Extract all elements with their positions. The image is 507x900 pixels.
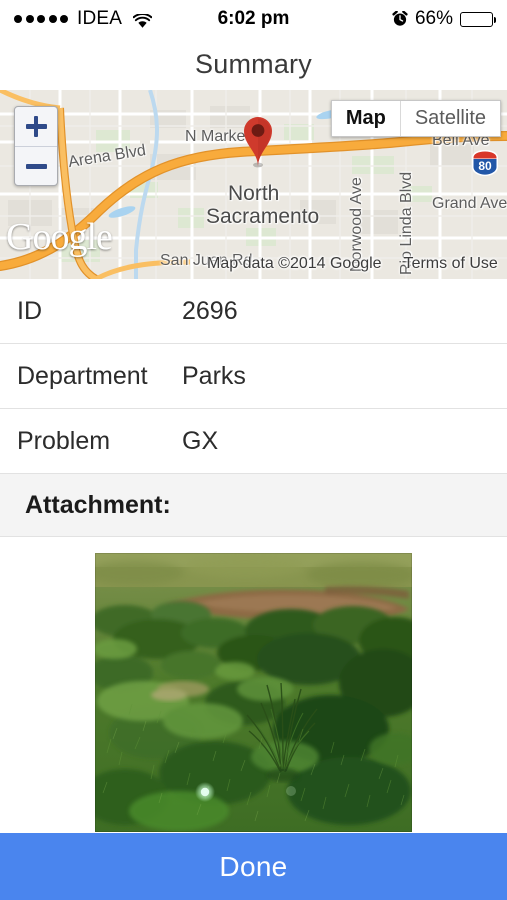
attachment-photo-image [95, 553, 412, 832]
attachment-section-header: Attachment: [0, 474, 507, 537]
row-key-problem: Problem [17, 426, 111, 455]
map-type-map-button[interactable]: Map [332, 101, 400, 136]
highway-shield-80-icon: 80 [470, 148, 500, 178]
map-label-grand-ave: Grand Ave [432, 195, 507, 212]
row-value-problem: GX [182, 426, 219, 455]
map-zoom-out-button[interactable] [15, 146, 57, 185]
row-value-department: Parks [182, 361, 246, 390]
attachment-container [0, 537, 507, 832]
status-bar-left: IDEA [14, 8, 153, 30]
map-zoom-controls[interactable] [14, 106, 58, 186]
row-key-department: Department [17, 361, 148, 390]
map-label-north: North [228, 182, 280, 205]
status-bar: IDEA 6:02 pm 66% [0, 0, 507, 38]
app-screen: IDEA 6:02 pm 66% Summary Map Satellite A… [0, 0, 507, 900]
map-type-satellite-button[interactable]: Satellite [399, 101, 500, 136]
map-zoom-in-button[interactable] [15, 107, 57, 146]
status-bar-right: 66% [392, 8, 497, 30]
done-button-label: Done [219, 850, 288, 882]
map-attribution-text: Map data ©2014 Google [207, 255, 382, 272]
done-button[interactable]: Done [0, 833, 507, 900]
table-row: Department Parks [0, 344, 507, 409]
table-row: ID 2696 [0, 279, 507, 344]
alarm-clock-icon [392, 10, 408, 27]
battery-percentage: 66% [414, 8, 453, 29]
google-logo: Google [6, 216, 113, 258]
svg-text:80: 80 [478, 159, 492, 173]
signal-strength-dots-icon [14, 15, 68, 23]
map-view[interactable]: Map Satellite Arena Blvd N Market Bell A… [0, 90, 507, 279]
map-attribution-bar: Map data ©2014 Google Terms of Use [207, 255, 507, 273]
row-value-id: 2696 [182, 296, 238, 325]
map-type-toggle[interactable]: Map Satellite [330, 100, 501, 137]
table-row: Problem GX [0, 409, 507, 474]
detail-rows: ID 2696 Department Parks Problem GX [0, 279, 507, 474]
page-title: Summary [195, 48, 312, 79]
wifi-icon [132, 12, 153, 28]
row-key-id: ID [17, 296, 42, 325]
attachment-photo[interactable] [95, 553, 412, 832]
map-pin-icon[interactable] [238, 112, 278, 173]
carrier-name: IDEA [77, 8, 123, 29]
map-terms-of-use-link[interactable]: Terms of Use [404, 255, 498, 273]
battery-icon [460, 11, 497, 27]
map-label-sacramento: Sacramento [206, 205, 320, 228]
